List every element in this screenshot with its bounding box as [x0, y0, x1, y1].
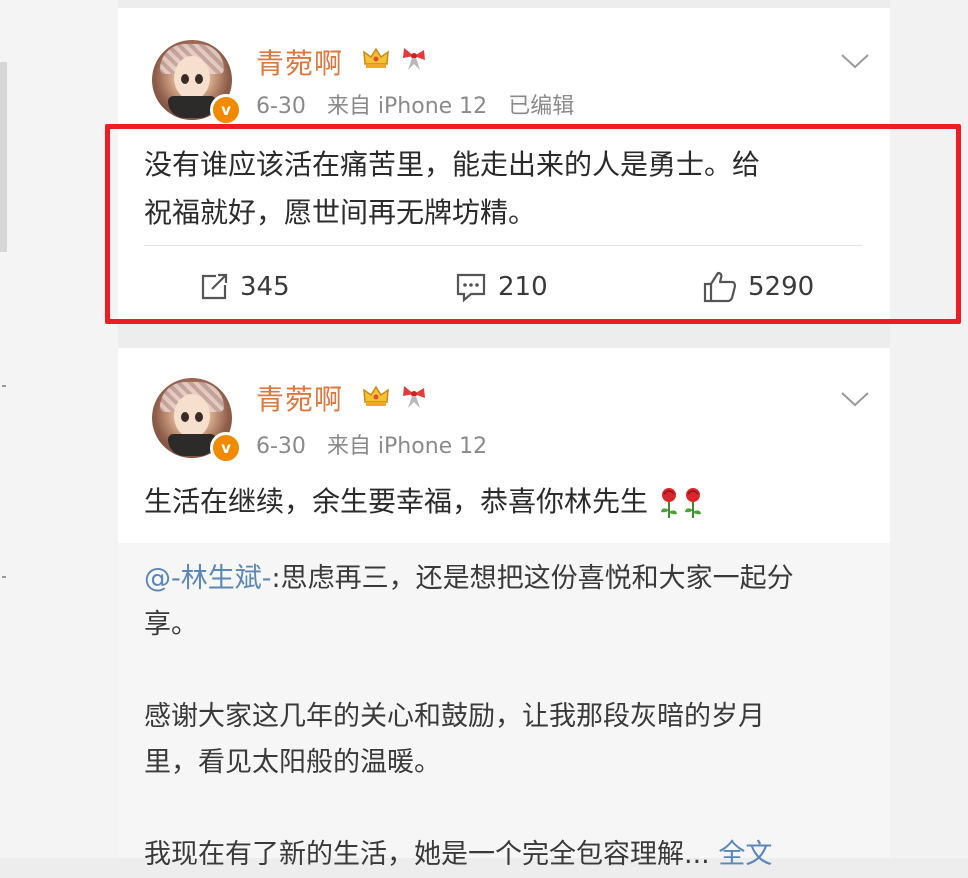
rose-icon: [660, 488, 677, 518]
highlight-box: [105, 124, 961, 324]
bow-icon: [403, 386, 425, 408]
quote-line: 感谢大家这几年的关心和鼓励，让我那段灰暗的岁月: [144, 701, 765, 732]
post-card: v 青菀啊 6-30 来自 iPhone 12 生活在继续，余生要幸福，恭喜你林…: [118, 348, 890, 870]
avatar[interactable]: v: [152, 378, 242, 464]
username[interactable]: 青菀啊: [256, 378, 343, 418]
post-date: 6-30: [256, 94, 306, 119]
scrollbar[interactable]: [0, 62, 7, 252]
rose-icon: [684, 488, 701, 518]
avatar[interactable]: v: [152, 40, 242, 126]
post-meta: 6-30 来自 iPhone 12 已编辑: [256, 88, 588, 120]
post-content-text: 生活在继续，余生要幸福，恭喜你林先生: [144, 485, 649, 518]
left-gutter: [0, 0, 118, 858]
gutter-mark: [2, 385, 6, 387]
quote-line: 里，看见太阳般的温暖。: [144, 747, 441, 778]
chevron-down-icon[interactable]: [840, 390, 870, 408]
username[interactable]: 青菀啊: [256, 42, 343, 82]
quote-line: 享。: [144, 609, 198, 640]
bow-icon: [403, 48, 425, 70]
quote-line: :思虑再三，还是想把这份喜悦和大家一起分: [271, 563, 794, 594]
full-text-link[interactable]: 全文: [718, 839, 772, 870]
post-date: 6-30: [256, 434, 306, 459]
post-source: 来自 iPhone 12: [326, 434, 488, 459]
quoted-post-text: @-林生斌-:思虑再三，还是想把这份喜悦和大家一起分 享。 感谢大家这几年的关心…: [144, 556, 864, 878]
edited-label: 已编辑: [508, 94, 575, 119]
verified-badge-icon: v: [210, 432, 242, 464]
crown-icon: [363, 47, 389, 68]
quote-line: 我现在有了新的生活，她是一个完全包容理解...: [144, 839, 710, 870]
crown-icon: [363, 385, 389, 406]
post-source: 来自 iPhone 12: [326, 94, 488, 119]
post-content: 生活在继续，余生要幸福，恭喜你林先生: [144, 478, 864, 526]
gutter-mark: [2, 576, 6, 578]
verified-badge-icon: v: [210, 94, 242, 126]
mention-link[interactable]: @-林生斌-: [144, 563, 272, 594]
chevron-down-icon[interactable]: [840, 52, 870, 70]
post-meta: 6-30 来自 iPhone 12: [256, 428, 501, 460]
